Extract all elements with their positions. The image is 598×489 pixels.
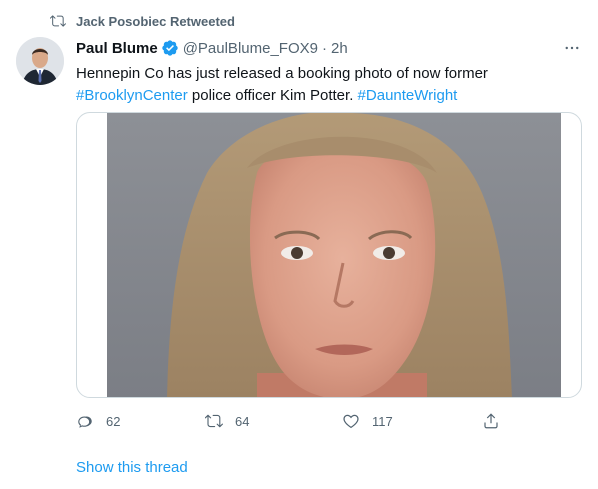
- show-thread-link[interactable]: Show this thread: [76, 459, 188, 476]
- tweet-media-photo[interactable]: [76, 112, 582, 398]
- retweeted-by-label[interactable]: Jack Posobiec Retweeted: [76, 14, 235, 29]
- reply-icon: [78, 416, 92, 428]
- avatar[interactable]: [16, 37, 64, 85]
- author-display-name[interactable]: Paul Blume: [76, 40, 158, 57]
- reply-count: 62: [106, 413, 121, 429]
- retweet-icon: [50, 15, 66, 27]
- more-options-icon[interactable]: [560, 38, 584, 58]
- retweet-icon: [205, 414, 223, 428]
- like-count: 117: [372, 413, 393, 429]
- like-button[interactable]: 117: [342, 410, 393, 432]
- share-icon: [484, 413, 498, 429]
- booking-photo: [107, 113, 561, 397]
- tweet-timestamp[interactable]: 2h: [331, 40, 348, 57]
- tweet-text: Hennepin Co has just released a booking …: [76, 63, 576, 107]
- retweet-indicator[interactable]: Jack Posobiec Retweeted: [50, 13, 235, 29]
- retweet-button[interactable]: 64: [205, 410, 249, 432]
- heart-icon: [343, 414, 359, 429]
- hashtag-link[interactable]: #DaunteWright: [358, 87, 458, 104]
- verified-badge-icon: [162, 40, 178, 56]
- tweet-text-line-2: #BrooklynCenter police officer Kim Potte…: [76, 85, 576, 107]
- tweet-header: Paul Blume @PaulBlume_FOX9 · 2h: [76, 38, 584, 58]
- avatar-photo: [16, 37, 64, 85]
- share-button[interactable]: [482, 410, 500, 432]
- retweet-count: 64: [235, 413, 250, 429]
- tweet-action-bar: 62 64 117: [76, 410, 506, 434]
- author-handle[interactable]: @PaulBlume_FOX9: [183, 40, 318, 57]
- tweet-text-line-1: Hennepin Co has just released a booking …: [76, 65, 488, 82]
- reply-button[interactable]: 62: [76, 410, 120, 432]
- hashtag-link[interactable]: #BrooklynCenter: [76, 87, 188, 104]
- separator-dot: ·: [321, 39, 327, 57]
- tweet-text-middle: police officer Kim Potter.: [187, 87, 358, 104]
